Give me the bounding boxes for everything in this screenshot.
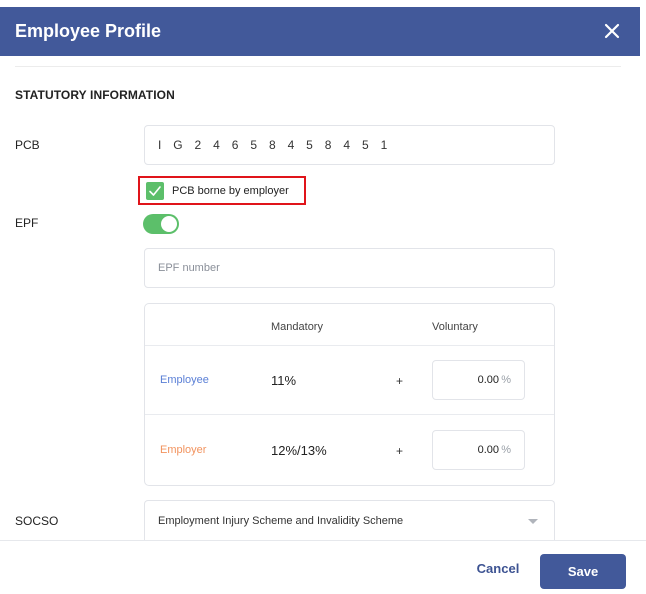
save-button[interactable]: Save (540, 554, 626, 589)
pcb-value: I G 2 4 6 5 8 4 5 8 4 5 1 (158, 138, 392, 152)
modal-header: Employee Profile (0, 7, 640, 56)
table-divider (145, 345, 554, 346)
table-divider (145, 414, 554, 415)
col-mandatory-header: Mandatory (271, 321, 323, 333)
socso-select[interactable]: Employment Injury Scheme and Invalidity … (144, 500, 555, 540)
pcb-input[interactable]: I G 2 4 6 5 8 4 5 8 4 5 1 (144, 125, 555, 165)
epf-label: EPF (15, 216, 39, 230)
socso-label: SOCSO (15, 514, 59, 528)
employee-row-label: Employee (160, 374, 209, 386)
percent-unit: % (501, 444, 511, 456)
pcb-borne-checkbox[interactable] (146, 181, 164, 200)
footer-divider (0, 540, 646, 541)
employee-voluntary-input[interactable]: 0.00 % (432, 360, 525, 400)
pcb-borne-checkbox-row[interactable]: PCB borne by employer (138, 176, 306, 205)
employee-profile-modal: Employee Profile STATUTORY INFORMATION P… (0, 0, 646, 594)
employee-voluntary-value: 0.00 (477, 374, 499, 386)
section-title: STATUTORY INFORMATION (15, 88, 175, 102)
epf-rate-table: Mandatory Voluntary Employee 11% + 0.00 … (144, 303, 555, 486)
employer-voluntary-value: 0.00 (477, 444, 499, 456)
checkmark-icon (149, 185, 161, 196)
epf-toggle[interactable] (143, 214, 179, 234)
employer-voluntary-input[interactable]: 0.00 % (432, 430, 525, 470)
col-voluntary-header: Voluntary (432, 321, 478, 333)
pcb-label: PCB (15, 138, 40, 152)
epf-number-placeholder: EPF number (158, 262, 220, 274)
modal-title: Employee Profile (15, 21, 162, 41)
employee-mandatory-rate: 11% (271, 373, 297, 388)
plus-sign: + (396, 444, 404, 458)
toggle-knob (161, 216, 177, 232)
cancel-button[interactable]: Cancel (470, 561, 526, 581)
employer-mandatory-rate: 12%/13% (271, 443, 327, 458)
socso-selected-value: Employment Injury Scheme and Invalidity … (158, 515, 404, 527)
chevron-down-icon (528, 519, 538, 524)
employer-row-label: Employer (160, 444, 207, 456)
epf-number-input[interactable]: EPF number (144, 248, 555, 288)
close-icon[interactable] (601, 20, 623, 42)
plus-sign: + (396, 374, 404, 388)
header-divider (15, 66, 621, 67)
pcb-borne-label: PCB borne by employer (172, 184, 289, 197)
percent-unit: % (501, 374, 511, 386)
